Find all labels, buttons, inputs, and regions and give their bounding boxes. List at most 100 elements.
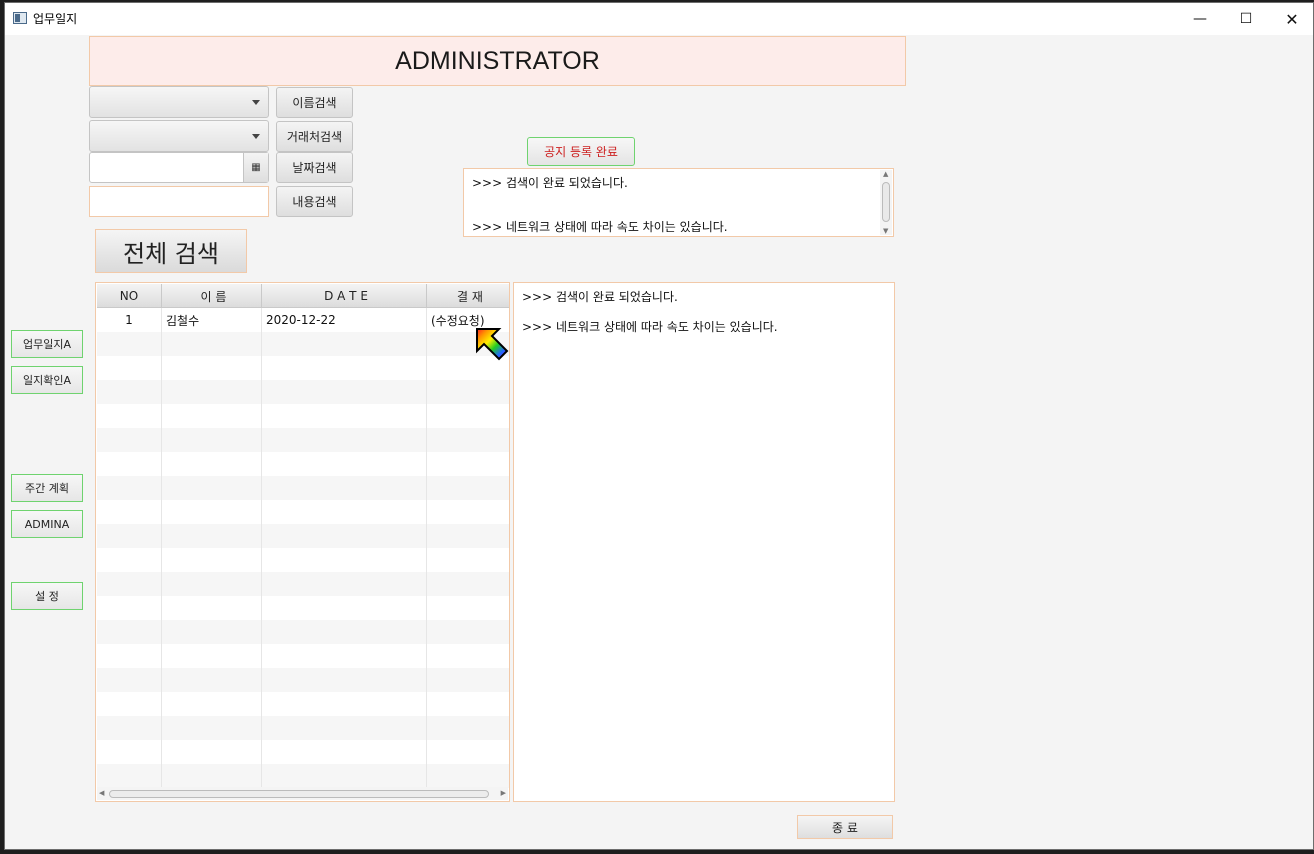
client-combo[interactable] [89, 120, 269, 152]
table-cell [262, 476, 427, 500]
table-cell [262, 524, 427, 548]
table-row[interactable] [97, 380, 509, 404]
app-window: 업무일지 — ☐ ✕ ADMINISTRATOR 이름검색 거래처검색 ▦ 날짜… [4, 2, 1314, 850]
table-cell [427, 764, 509, 788]
table-cell [162, 428, 262, 452]
scroll-left-icon[interactable]: ◀ [99, 789, 104, 797]
table-row[interactable] [97, 428, 509, 452]
table-cell [162, 620, 262, 644]
table-cell [97, 380, 162, 404]
table-cell [162, 740, 262, 764]
table-cell [97, 404, 162, 428]
cursor-icon [476, 328, 509, 361]
table-row[interactable] [97, 692, 509, 716]
table-cell [97, 644, 162, 668]
table-cell [162, 500, 262, 524]
nav-weekly-plan-button[interactable]: 주간 계획 [11, 474, 83, 502]
scroll-thumb[interactable] [882, 182, 890, 222]
table-cell [262, 692, 427, 716]
title-bar[interactable]: 업무일지 — ☐ ✕ [5, 3, 1313, 35]
table-cell [427, 500, 509, 524]
table-cell [427, 476, 509, 500]
name-search-button[interactable]: 이름검색 [276, 87, 353, 118]
vertical-scrollbar[interactable]: ▲ ▼ [880, 170, 892, 235]
exit-button[interactable]: 종 료 [797, 815, 893, 839]
content-search-button[interactable]: 내용검색 [276, 186, 353, 217]
table-cell [262, 740, 427, 764]
table-cell [97, 572, 162, 596]
work-log-table[interactable]: NO 이 름 D A T E 결 재 1 김철수 2020-12-22 (수정요청) … [95, 282, 510, 802]
table-cell [427, 428, 509, 452]
column-header-no[interactable]: NO [97, 284, 162, 308]
name-combo[interactable] [89, 86, 269, 118]
nav-work-log-button[interactable]: 업무일지A [11, 330, 83, 358]
table-cell [97, 668, 162, 692]
column-header-date[interactable]: D A T E [262, 284, 427, 308]
table-header: NO 이 름 D A T E 결 재 [97, 284, 509, 308]
table-row[interactable] [97, 668, 509, 692]
table-row[interactable] [97, 356, 509, 380]
table-cell [162, 692, 262, 716]
table-cell [97, 428, 162, 452]
column-header-name[interactable]: 이 름 [162, 284, 262, 308]
main-log-area[interactable]: >>> 검색이 완료 되었습니다. >>> 네트워크 상태에 따라 속도 차이는… [513, 282, 895, 802]
table-row[interactable] [97, 764, 509, 788]
table-cell [162, 596, 262, 620]
table-row[interactable] [97, 500, 509, 524]
minimize-button[interactable]: — [1177, 3, 1223, 35]
date-field[interactable]: ▦ [89, 152, 269, 183]
table-cell [262, 548, 427, 572]
table-cell [427, 452, 509, 476]
table-row[interactable] [97, 524, 509, 548]
client-search-button[interactable]: 거래처검색 [276, 121, 353, 152]
table-cell [162, 524, 262, 548]
table-cell [97, 740, 162, 764]
table-cell [262, 332, 427, 356]
content-input[interactable] [89, 186, 269, 217]
table-row[interactable] [97, 452, 509, 476]
scroll-up-icon[interactable]: ▲ [883, 170, 888, 178]
nav-admin-button[interactable]: ADMINA [11, 510, 83, 538]
table-row[interactable] [97, 476, 509, 500]
scroll-thumb[interactable] [109, 790, 489, 798]
table-cell [162, 572, 262, 596]
table-row[interactable] [97, 740, 509, 764]
scroll-right-icon[interactable]: ▶ [501, 789, 506, 797]
table-cell [97, 524, 162, 548]
table-cell [427, 644, 509, 668]
search-all-button[interactable]: 전체 검색 [95, 229, 247, 273]
notice-register-button[interactable]: 공지 등록 완료 [527, 137, 635, 166]
scroll-down-icon[interactable]: ▼ [883, 227, 888, 235]
column-header-approval[interactable]: 결 재 [427, 284, 509, 308]
table-cell [427, 524, 509, 548]
table-row[interactable] [97, 620, 509, 644]
table-cell [162, 548, 262, 572]
table-cell [97, 332, 162, 356]
close-button[interactable]: ✕ [1269, 3, 1314, 35]
table-row[interactable] [97, 716, 509, 740]
table-cell [427, 740, 509, 764]
nav-log-check-button[interactable]: 일지확인A [11, 366, 83, 394]
notice-log-area[interactable]: >>> 검색이 완료 되었습니다. >>> 네트워크 상태에 따라 속도 차이는… [463, 168, 894, 237]
table-cell [162, 668, 262, 692]
table-row[interactable] [97, 404, 509, 428]
table-cell: 2020-12-22 [262, 308, 427, 332]
date-search-button[interactable]: 날짜검색 [276, 152, 353, 183]
nav-settings-button[interactable]: 설 정 [11, 582, 83, 610]
maximize-button[interactable]: ☐ [1223, 3, 1269, 35]
log-line: >>> 네트워크 상태에 따라 속도 차이는 있습니다. [472, 220, 728, 234]
table-row[interactable]: 1 김철수 2020-12-22 (수정요청) [97, 308, 509, 332]
table-row[interactable] [97, 572, 509, 596]
horizontal-scrollbar[interactable]: ◀ ▶ [97, 787, 508, 800]
table-cell [427, 716, 509, 740]
table-row[interactable] [97, 644, 509, 668]
table-cell [262, 716, 427, 740]
table-cell [262, 428, 427, 452]
table-cell: 1 [97, 308, 162, 332]
table-row[interactable] [97, 596, 509, 620]
table-cell [427, 572, 509, 596]
calendar-icon[interactable]: ▦ [243, 153, 268, 182]
table-cell [427, 548, 509, 572]
table-row[interactable] [97, 548, 509, 572]
table-row[interactable] [97, 332, 509, 356]
